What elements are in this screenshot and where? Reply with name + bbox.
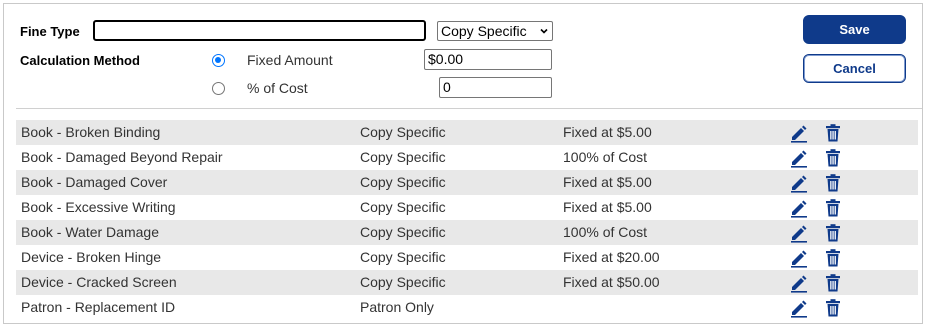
table-row: Book - Damaged Beyond Repair Copy Specif…	[16, 145, 918, 170]
calculation-method-label: Calculation Method	[20, 53, 140, 68]
trash-icon[interactable]	[823, 298, 843, 318]
fine-scope-cell: Copy Specific	[360, 249, 446, 265]
fine-amount-cell: 100% of Cost	[563, 224, 648, 240]
table-row: Book - Water Damage Copy Specific 100% o…	[16, 220, 918, 245]
fine-name-cell: Book - Damaged Cover	[21, 174, 168, 190]
pencil-icon[interactable]	[789, 123, 809, 143]
trash-icon[interactable]	[823, 123, 843, 143]
trash-icon[interactable]	[823, 223, 843, 243]
table-row: Device - Cracked Screen Copy Specific Fi…	[16, 270, 918, 295]
table-row: Device - Broken Hinge Copy Specific Fixe…	[16, 245, 918, 270]
percent-of-cost-input[interactable]: 0	[439, 77, 552, 98]
fine-amount-cell: Fixed at $5.00	[563, 174, 652, 190]
fine-amount-cell: Fixed at $50.00	[563, 274, 660, 290]
table-row: Book - Broken Binding Copy Specific Fixe…	[16, 120, 918, 145]
table-row: Book - Excessive Writing Copy Specific F…	[16, 195, 918, 220]
chevron-down-icon	[540, 28, 548, 34]
trash-icon[interactable]	[823, 273, 843, 293]
fine-scope-cell: Copy Specific	[360, 124, 446, 140]
fixed-amount-label: Fixed Amount	[247, 52, 333, 68]
fixed-amount-radio[interactable]	[212, 54, 225, 67]
trash-icon[interactable]	[823, 198, 843, 218]
cancel-button[interactable]: Cancel	[803, 54, 906, 83]
fine-name-cell: Book - Broken Binding	[21, 124, 161, 140]
fine-amount-cell: Fixed at $5.00	[563, 124, 652, 140]
fixed-amount-input[interactable]: $0.00	[424, 49, 552, 70]
pencil-icon[interactable]	[789, 173, 809, 193]
percent-of-cost-radio[interactable]	[212, 82, 225, 95]
fine-name-cell: Patron - Replacement ID	[21, 299, 176, 315]
fine-scope-cell: Copy Specific	[360, 149, 446, 165]
trash-icon[interactable]	[823, 173, 843, 193]
pencil-icon[interactable]	[789, 223, 809, 243]
fine-amount-cell: Fixed at $5.00	[563, 199, 652, 215]
fine-amount-cell: 100% of Cost	[563, 149, 648, 165]
table-row: Book - Damaged Cover Copy Specific Fixed…	[16, 170, 918, 195]
table-row: Patron - Replacement ID Patron Only	[16, 295, 918, 320]
fine-type-label: Fine Type	[20, 24, 80, 39]
section-divider	[16, 108, 922, 109]
save-button[interactable]: Save	[803, 15, 906, 44]
fine-type-input[interactable]	[93, 20, 426, 41]
pencil-icon[interactable]	[789, 198, 809, 218]
pencil-icon[interactable]	[789, 273, 809, 293]
fine-amount-cell: Fixed at $20.00	[563, 249, 660, 265]
fine-scope-cell: Patron Only	[360, 299, 434, 315]
fine-types-table: Book - Broken Binding Copy Specific Fixe…	[16, 120, 918, 320]
pencil-icon[interactable]	[789, 148, 809, 168]
pencil-icon[interactable]	[789, 248, 809, 268]
fine-name-cell: Book - Water Damage	[21, 224, 159, 240]
pencil-icon[interactable]	[789, 298, 809, 318]
percent-of-cost-label: % of Cost	[247, 80, 308, 96]
fine-name-cell: Device - Cracked Screen	[21, 274, 177, 290]
fine-scope-cell: Copy Specific	[360, 174, 446, 190]
trash-icon[interactable]	[823, 248, 843, 268]
fine-name-cell: Device - Broken Hinge	[21, 249, 162, 265]
fine-name-cell: Book - Excessive Writing	[21, 199, 176, 215]
fine-name-cell: Book - Damaged Beyond Repair	[21, 149, 223, 165]
fine-scope-cell: Copy Specific	[360, 199, 446, 215]
scope-select[interactable]: Copy Specific	[437, 21, 553, 41]
scope-select-value: Copy Specific	[441, 23, 527, 39]
trash-icon[interactable]	[823, 148, 843, 168]
fine-scope-cell: Copy Specific	[360, 274, 446, 290]
fine-scope-cell: Copy Specific	[360, 224, 446, 240]
fine-type-editor-panel: Fine Type Copy Specific Calculation Meth…	[3, 3, 923, 324]
